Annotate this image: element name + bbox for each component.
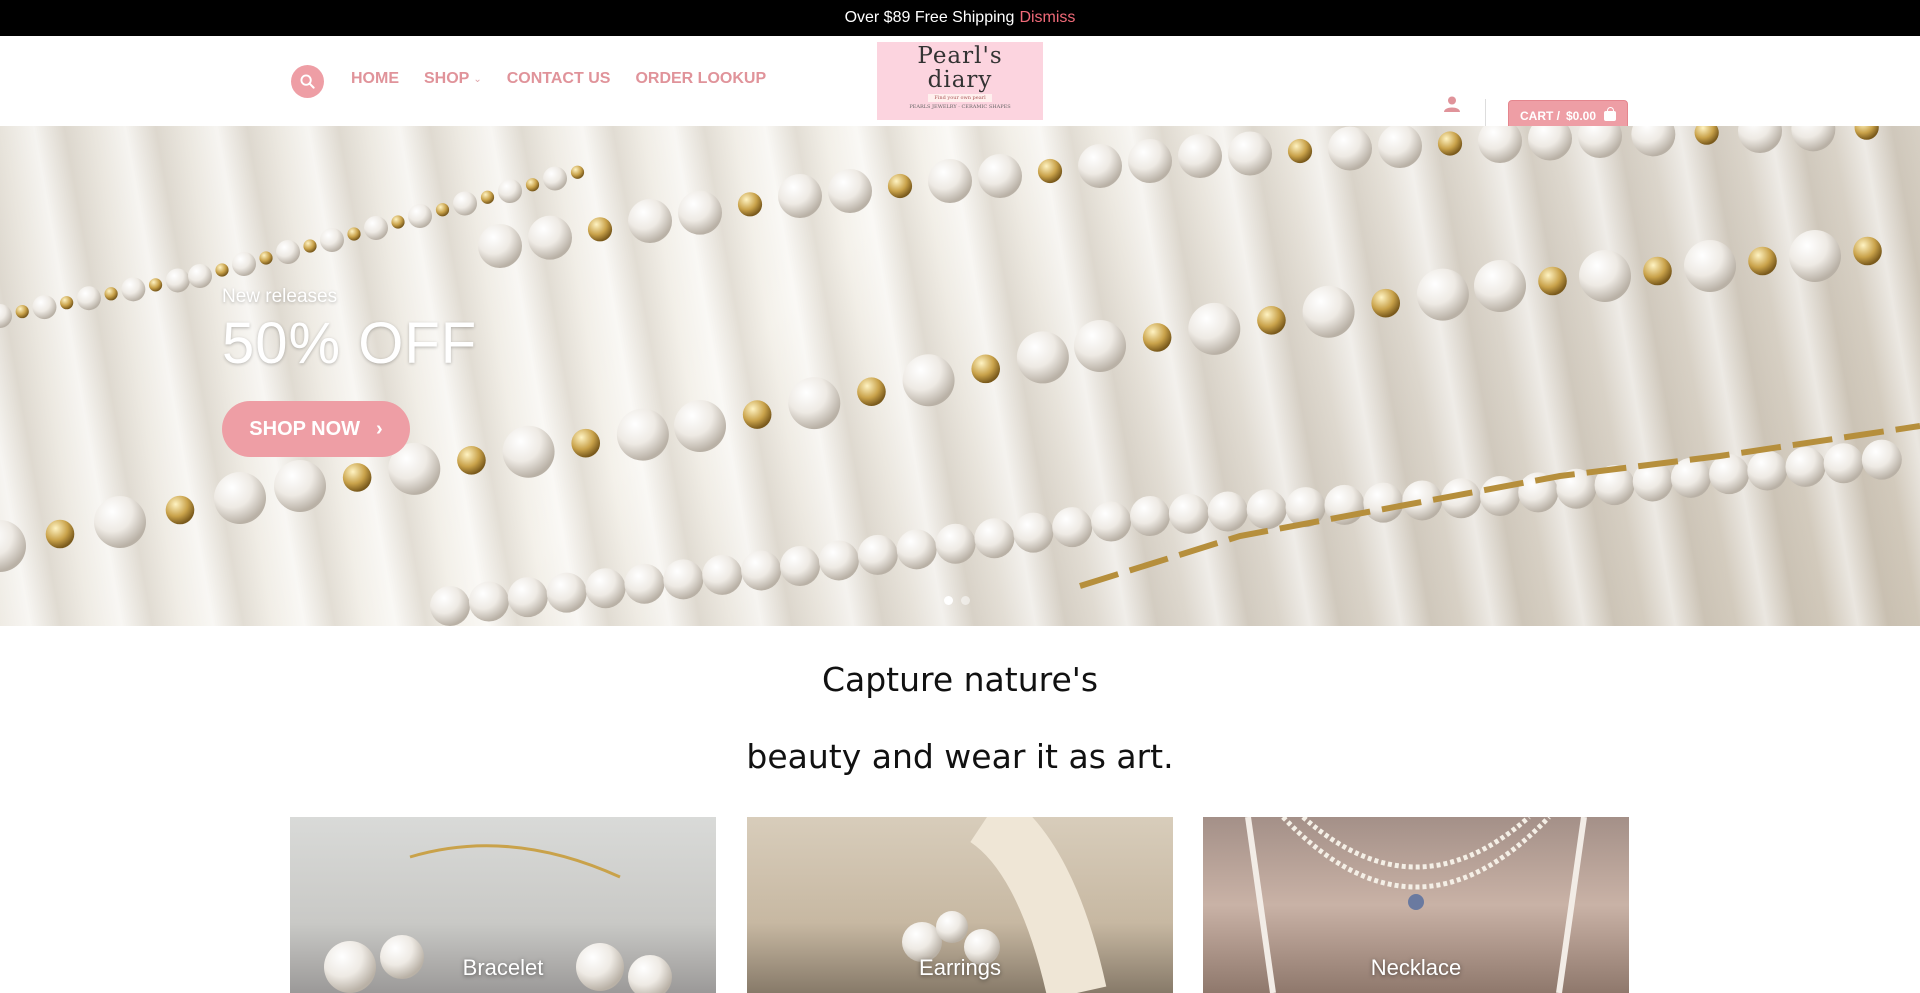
hero-headline: 50% OFF <box>222 311 478 376</box>
tagline-line-1: Capture nature's <box>821 660 1099 699</box>
shopping-bag-icon <box>1604 107 1617 121</box>
logo-line-1: Pearl's <box>917 43 1003 69</box>
chevron-down-icon: ⌄ <box>473 73 482 85</box>
category-label: Earrings <box>919 955 1001 980</box>
shop-now-label: SHOP NOW <box>249 417 361 440</box>
search-button[interactable] <box>291 65 324 98</box>
site-logo[interactable]: Pearl's diary Find your own pearl PEARLS… <box>877 42 1043 120</box>
slider-dot-2[interactable] <box>961 596 970 605</box>
hero-kicker: New releases <box>222 286 338 307</box>
user-icon <box>1444 96 1460 112</box>
category-label: Necklace <box>1370 955 1462 980</box>
announcement-text: Over $89 Free Shipping <box>844 9 1015 26</box>
nav-contact-us[interactable]: CONTACT US <box>507 70 611 88</box>
logo-tagline: Find your own pearl <box>928 94 992 102</box>
slider-dots <box>944 596 970 605</box>
hero-copy: New releases 50% OFF <box>222 286 477 377</box>
hero-banner: New releases 50% OFF SHOP NOW › <box>0 126 1920 626</box>
announcement-bar: Over $89 Free Shipping Dismiss <box>0 0 1920 36</box>
nav-shop[interactable]: SHOP ⌄ <box>424 70 482 88</box>
tagline: Capture nature's beauty and wear it as a… <box>0 660 1920 776</box>
category-label: Bracelet <box>462 955 544 980</box>
nav-home[interactable]: HOME <box>351 70 399 88</box>
category-necklace[interactable]: Necklace <box>1203 817 1629 993</box>
category-bracelet[interactable]: Bracelet <box>290 817 716 993</box>
chevron-right-icon: › <box>376 417 383 440</box>
cart-label: CART / <box>1519 109 1560 123</box>
primary-nav: HOME SHOP ⌄ CONTACT US ORDER LOOKUP <box>351 70 766 88</box>
search-icon <box>300 74 315 89</box>
nav-order-lookup[interactable]: ORDER LOOKUP <box>635 70 766 88</box>
dismiss-link[interactable]: Dismiss <box>1019 9 1075 27</box>
logo-subline: PEARLS JEWELRY · CERAMIC SHAPES <box>909 104 1011 110</box>
tagline-line-2: beauty and wear it as art. <box>746 737 1174 776</box>
slider-dot-1[interactable] <box>944 596 953 605</box>
category-earrings[interactable]: Earrings <box>747 817 1173 993</box>
cart-amount: $0.00 <box>1565 109 1597 123</box>
account-button[interactable] <box>1443 95 1461 117</box>
shop-now-button[interactable]: SHOP NOW › <box>222 401 410 457</box>
logo-line-2: diary <box>927 67 993 93</box>
nav-shop-label: SHOP <box>424 70 470 87</box>
site-header: HOME SHOP ⌄ CONTACT US ORDER LOOKUP Pear… <box>0 36 1920 132</box>
